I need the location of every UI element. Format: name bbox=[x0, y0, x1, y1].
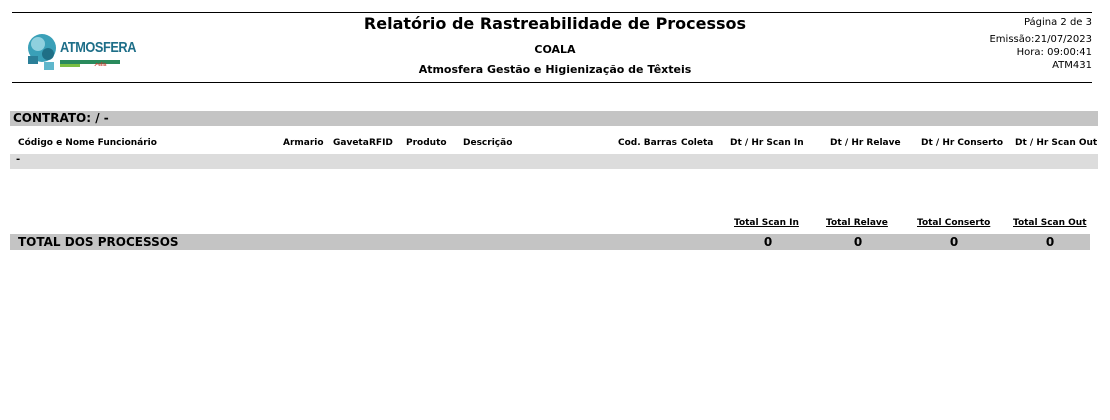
client-name: COALA bbox=[534, 43, 576, 56]
report-title: Relatório de Rastreabilidade de Processo… bbox=[363, 14, 747, 33]
col-drawer: Gaveta bbox=[333, 138, 369, 148]
col-employee: Código e Nome Funcionário bbox=[18, 138, 157, 148]
total-repair-label: Total Conserto bbox=[917, 218, 991, 228]
total-scan-in-label: Total Scan In bbox=[734, 218, 799, 228]
report-code: ATM431 bbox=[1052, 60, 1092, 71]
header-bottom-rule bbox=[12, 82, 1092, 83]
col-scan-out: Dt / Hr Scan Out bbox=[1015, 138, 1098, 148]
page-number: Página 2 de 3 bbox=[1023, 17, 1092, 28]
col-barcode: Cod. Barras bbox=[618, 138, 678, 148]
emission-time: Hora: 09:00:41 bbox=[1016, 47, 1092, 58]
row-employee: - bbox=[16, 154, 21, 165]
svg-text:➚elis: ➚elis bbox=[94, 62, 107, 68]
logo-text: ATMOSFERA bbox=[60, 39, 136, 56]
col-repair: Dt / Hr Conserto bbox=[921, 138, 1004, 148]
total-relave-value: 0 bbox=[853, 235, 863, 249]
col-locker: Armario bbox=[283, 138, 324, 148]
total-repair-value: 0 bbox=[949, 235, 959, 249]
total-scan-out-value: 0 bbox=[1045, 235, 1055, 249]
col-product: Produto bbox=[406, 138, 447, 148]
contract-label: CONTRATO: / - bbox=[13, 111, 109, 125]
col-description: Descrição bbox=[463, 138, 513, 148]
col-rfid: RFID bbox=[369, 138, 393, 148]
total-relave-label: Total Relave bbox=[826, 218, 888, 228]
total-scan-in-value: 0 bbox=[763, 235, 773, 249]
total-scan-out-label: Total Scan Out bbox=[1013, 218, 1087, 228]
col-relave: Dt / Hr Relave bbox=[830, 138, 901, 148]
col-collection: Coleta bbox=[681, 138, 714, 148]
col-scan-in: Dt / Hr Scan In bbox=[730, 138, 804, 148]
table-row: - bbox=[10, 154, 1098, 169]
emission-date: Emissão:21/07/2023 bbox=[989, 34, 1092, 45]
atmosfera-logo: ➚elis ATMOSFERA bbox=[24, 22, 136, 80]
totals-label: TOTAL DOS PROCESSOS bbox=[18, 235, 179, 249]
header-top-rule bbox=[12, 12, 1092, 13]
contract-band: CONTRATO: / - bbox=[10, 111, 1098, 126]
company-name: Atmosfera Gestão e Higienização de Têxte… bbox=[418, 63, 692, 76]
